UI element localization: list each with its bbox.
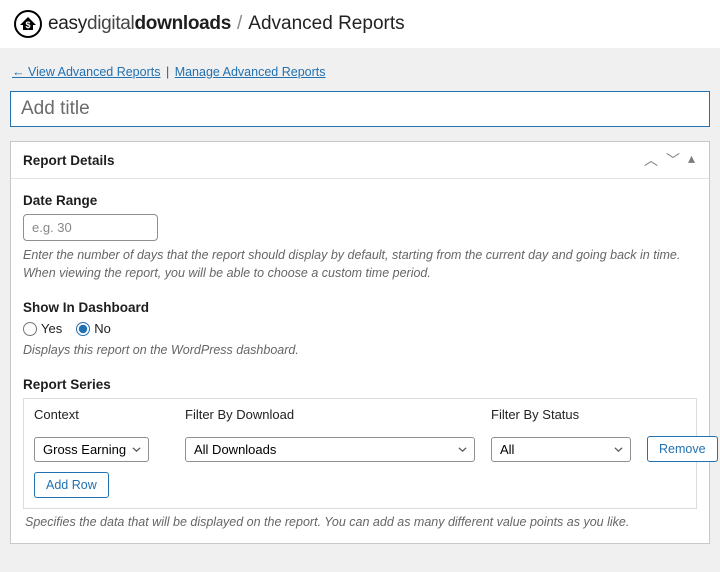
- radio-no-input[interactable]: [76, 322, 90, 336]
- panel-body: Date Range Enter the number of days that…: [11, 179, 709, 543]
- col-download: Filter By Download: [185, 407, 475, 422]
- main-content: ← View Advanced Reports | Manage Advance…: [0, 49, 720, 572]
- status-select[interactable]: All: [491, 437, 631, 462]
- svg-text:$: $: [25, 20, 30, 30]
- panel-header: Report Details ︿ ﹀ ▴: [11, 142, 709, 179]
- date-range-desc: Enter the number of days that the report…: [23, 246, 697, 282]
- date-range-input[interactable]: [23, 214, 158, 241]
- col-context: Context: [34, 407, 169, 422]
- radio-no[interactable]: No: [76, 321, 111, 336]
- app-header: $ easydigitaldownloads / Advanced Report…: [0, 0, 720, 49]
- radio-yes-input[interactable]: [23, 322, 37, 336]
- brand-separator: /: [237, 13, 242, 35]
- panel-toggles: ︿ ﹀ ▴: [642, 150, 697, 170]
- nav-links: ← View Advanced Reports | Manage Advance…: [10, 65, 710, 91]
- add-row-button[interactable]: Add Row: [34, 472, 109, 498]
- show-dashboard-desc: Displays this report on the WordPress da…: [23, 341, 697, 359]
- manage-link[interactable]: Manage Advanced Reports: [175, 65, 326, 79]
- series-footer: Add Row: [24, 472, 696, 508]
- date-range-label: Date Range: [23, 193, 697, 208]
- show-dashboard-label: Show In Dashboard: [23, 300, 697, 315]
- report-title-input[interactable]: [10, 91, 710, 127]
- context-select[interactable]: Gross Earnings: [34, 437, 149, 462]
- panel-heading: Report Details: [23, 153, 115, 168]
- remove-button[interactable]: Remove: [647, 436, 718, 462]
- back-link[interactable]: ← View Advanced Reports: [12, 65, 160, 79]
- series-box: Context Filter By Download Filter By Sta…: [23, 398, 697, 509]
- page-title: Advanced Reports: [248, 13, 404, 35]
- radio-yes-label: Yes: [41, 321, 62, 336]
- panel-up-icon[interactable]: ︿: [642, 150, 660, 170]
- download-select[interactable]: All Downloads: [185, 437, 475, 462]
- date-range-field: Date Range Enter the number of days that…: [23, 193, 697, 282]
- radio-yes[interactable]: Yes: [23, 321, 62, 336]
- report-details-panel: Report Details ︿ ﹀ ▴ Date Range Enter th…: [10, 141, 710, 544]
- brand-logo: $: [14, 10, 42, 38]
- report-series-label: Report Series: [23, 377, 697, 392]
- radio-no-label: No: [94, 321, 111, 336]
- show-dashboard-field: Show In Dashboard Yes No Displays this r…: [23, 300, 697, 359]
- series-row: Gross Earnings All Downloads All Remove: [24, 430, 696, 472]
- panel-down-icon[interactable]: ﹀: [664, 150, 682, 170]
- series-desc: Specifies the data that will be displaye…: [23, 515, 697, 529]
- show-dashboard-radios: Yes No: [23, 321, 697, 336]
- series-header-row: Context Filter By Download Filter By Sta…: [24, 399, 696, 430]
- panel-collapse-icon[interactable]: ▴: [686, 150, 697, 170]
- report-series-field: Report Series Context Filter By Download…: [23, 377, 697, 529]
- brand-name: easydigitaldownloads: [48, 13, 231, 35]
- col-status: Filter By Status: [491, 407, 631, 422]
- nav-separator: |: [166, 65, 169, 79]
